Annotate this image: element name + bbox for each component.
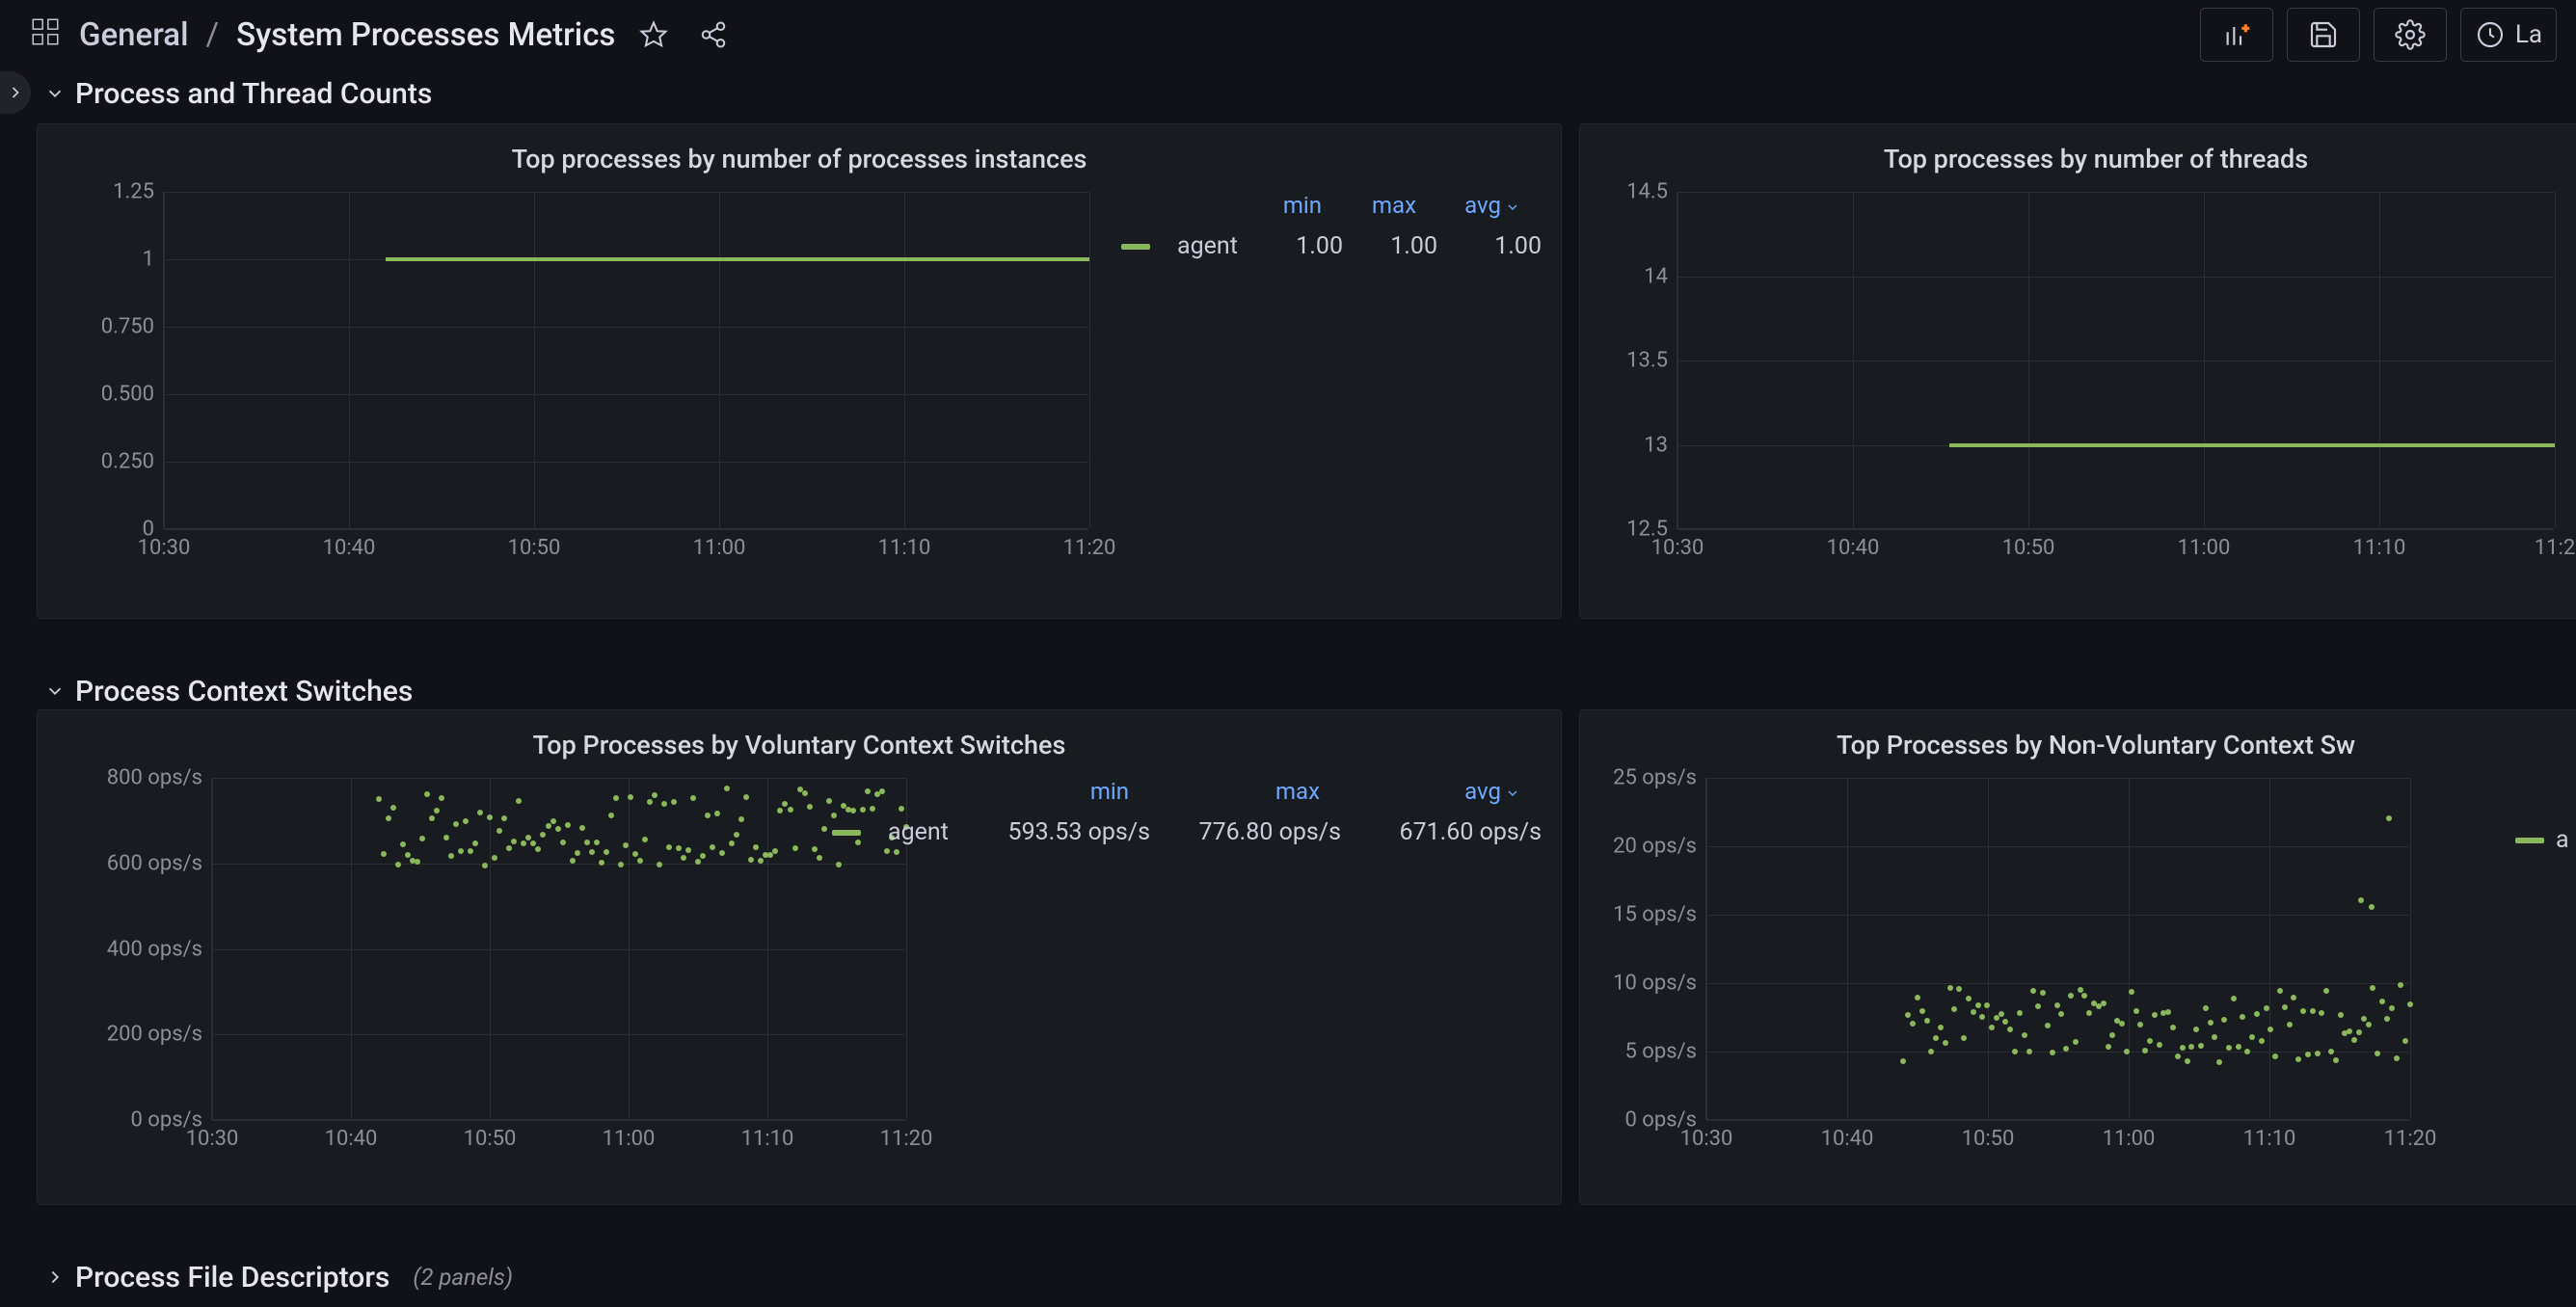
legend-max-value: 776.80 ops/s — [1177, 818, 1341, 846]
legend-row[interactable]: agent 593.53 ops/s 776.80 ops/s 671.60 o… — [832, 818, 1542, 846]
legend[interactable]: a — [2515, 826, 2569, 854]
plot-area[interactable]: 0 ops/s200 ops/s400 ops/s600 ops/s800 op… — [211, 778, 905, 1120]
topbar: General / System Processes Metrics La — [0, 0, 2576, 69]
legend-avg-value: 671.60 ops/s — [1368, 818, 1542, 846]
legend-min-value: 593.53 ops/s — [986, 818, 1150, 846]
breadcrumb-separator: / — [205, 16, 219, 54]
row-process-file-descriptors[interactable]: Process File Descriptors (2 panels) — [37, 1251, 513, 1303]
dashboard-content: Process and Thread Counts Top processes … — [37, 67, 2576, 1307]
legend-header-avg[interactable]: avg — [1443, 192, 1520, 219]
chevron-down-icon — [44, 83, 66, 104]
row-title: Process File Descriptors — [75, 1261, 389, 1294]
plot-area[interactable]: 12.51313.51414.510:3010:4010:5011:0011:1… — [1677, 192, 2554, 529]
panel-nonvoluntary-context-switches[interactable]: Top Processes by Non-Voluntary Context S… — [1579, 709, 2576, 1205]
legend-series-name: agent — [1177, 232, 1248, 260]
panel-top-processes-threads[interactable]: Top processes by number of threads 12.51… — [1579, 123, 2576, 619]
row-title: Process and Thread Counts — [75, 77, 432, 111]
plot-area[interactable]: 00.2500.5000.75011.2510:3010:4010:5011:0… — [163, 192, 1088, 529]
chevron-down-icon — [44, 680, 66, 702]
settings-button[interactable] — [2374, 8, 2447, 62]
chart-area: 0 ops/s5 ops/s10 ops/s15 ops/s20 ops/s25… — [1705, 778, 2576, 1159]
legend-swatch — [832, 830, 861, 836]
legend-swatch — [1121, 244, 1150, 250]
panel-title: Top Processes by Voluntary Context Switc… — [38, 710, 1561, 760]
chevron-down-icon — [1505, 200, 1520, 215]
legend-min-value: 1.00 — [1275, 232, 1343, 260]
row-title: Process Context Switches — [75, 675, 413, 708]
dashboard-icon[interactable] — [29, 15, 62, 54]
legend-series-name: a — [2556, 826, 2569, 854]
legend-header-min[interactable]: min — [1254, 192, 1322, 219]
chart-area: 00.2500.5000.75011.2510:3010:4010:5011:0… — [163, 192, 1185, 568]
legend: min max avg agent 1.00 1.00 1.00 — [1121, 192, 1542, 260]
time-range-label: La — [2515, 20, 2542, 49]
legend-header-min[interactable]: min — [965, 778, 1129, 805]
panel-title: Top processes by number of threads — [1580, 124, 2576, 174]
breadcrumb-folder[interactable]: General — [79, 16, 188, 54]
row-panels-count: (2 panels) — [413, 1264, 513, 1291]
chevron-right-icon — [44, 1267, 66, 1288]
legend-max-value: 1.00 — [1370, 232, 1437, 260]
chart-area: 12.51313.51414.510:3010:4010:5011:0011:1… — [1677, 192, 2576, 568]
expand-sidebar-tab[interactable] — [0, 71, 31, 114]
legend-swatch — [2515, 838, 2544, 843]
time-range-button[interactable]: La — [2460, 8, 2557, 62]
legend: min max avg agent 593.53 ops/s 776.80 op… — [832, 778, 1542, 846]
legend-row[interactable]: agent 1.00 1.00 1.00 — [1121, 232, 1542, 260]
add-panel-button[interactable] — [2200, 8, 2273, 62]
save-button[interactable] — [2287, 8, 2360, 62]
legend-header-max[interactable]: max — [1156, 778, 1320, 805]
star-icon[interactable] — [632, 13, 675, 56]
breadcrumb-title[interactable]: System Processes Metrics — [236, 16, 615, 54]
legend-header-max[interactable]: max — [1349, 192, 1416, 219]
legend-series-name: agent — [888, 818, 959, 846]
panel-top-processes-instances[interactable]: Top processes by number of processes ins… — [37, 123, 1562, 619]
row-process-thread-counts[interactable]: Process and Thread Counts — [37, 67, 432, 120]
panel-voluntary-context-switches[interactable]: Top Processes by Voluntary Context Switc… — [37, 709, 1562, 1205]
share-icon[interactable] — [692, 13, 735, 56]
panel-title: Top Processes by Non-Voluntary Context S… — [1580, 710, 2576, 760]
chevron-down-icon — [1505, 786, 1520, 801]
legend-header-avg[interactable]: avg — [1347, 778, 1520, 805]
plot-area[interactable]: 0 ops/s5 ops/s10 ops/s15 ops/s20 ops/s25… — [1705, 778, 2409, 1120]
legend-avg-value: 1.00 — [1464, 232, 1542, 260]
panel-title: Top processes by number of processes ins… — [38, 124, 1561, 174]
